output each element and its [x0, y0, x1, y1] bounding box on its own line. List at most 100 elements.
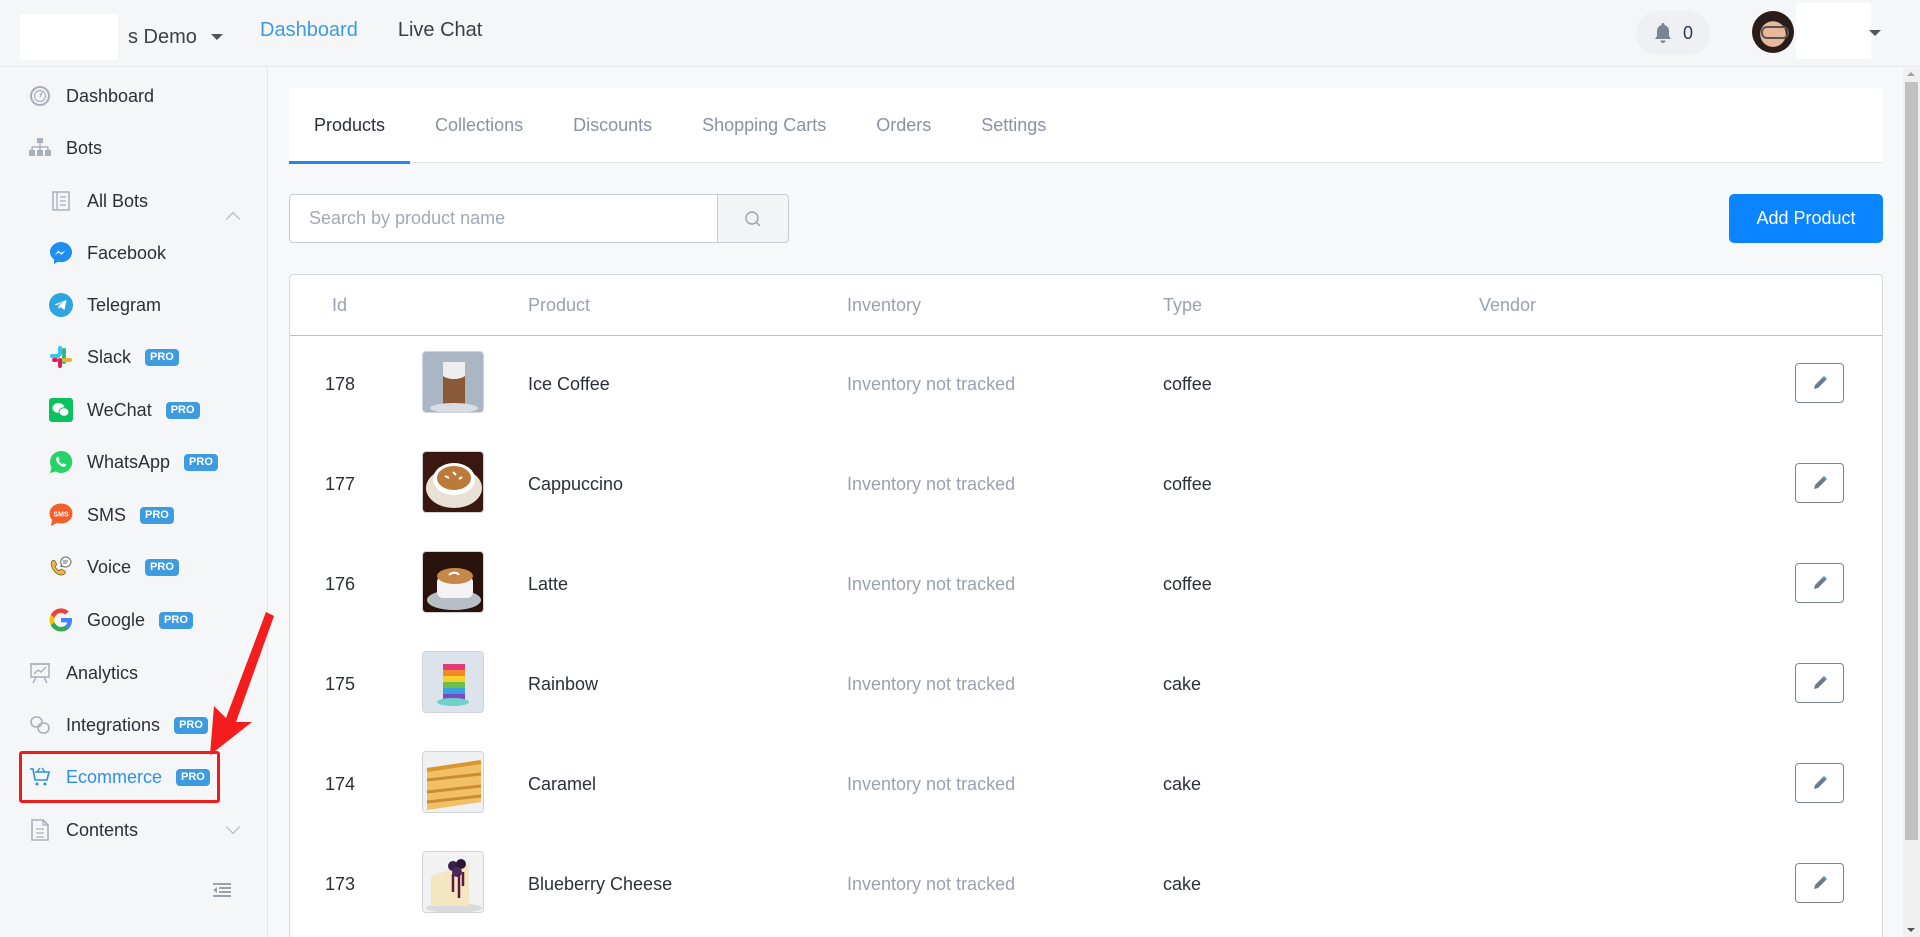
tab-shopping-carts[interactable]: Shopping Carts	[677, 88, 851, 163]
sidebar-item-contents[interactable]: Contents	[28, 810, 138, 850]
collapse-sidebar-icon[interactable]	[212, 882, 232, 898]
cell-id: 177	[325, 474, 356, 494]
cell-product: Blueberry Cheese	[528, 874, 673, 894]
edit-product-button[interactable]	[1795, 763, 1844, 803]
column-header-id[interactable]: Id	[332, 295, 347, 316]
sidebar-item-google[interactable]: Google PRO	[49, 600, 193, 640]
edit-product-button[interactable]	[1795, 563, 1844, 603]
chevron-up-icon[interactable]	[225, 211, 241, 227]
cell-inventory: Inventory not tracked	[847, 674, 1016, 694]
edit-product-button[interactable]	[1795, 463, 1844, 503]
product-thumbnail	[422, 751, 484, 813]
user-avatar[interactable]	[1752, 11, 1794, 53]
workspace-switcher[interactable]: s Demo	[20, 14, 223, 60]
column-header-type[interactable]: Type	[1163, 295, 1202, 316]
pro-badge: PRO	[165, 401, 200, 419]
sidebar-item-bots[interactable]: Bots	[28, 128, 102, 168]
sidebar-label: Google	[87, 609, 146, 630]
column-header-inventory[interactable]: Inventory	[847, 295, 921, 316]
sidebar-item-integrations[interactable]: Integrations PRO	[28, 705, 208, 745]
cell-type: coffee	[1163, 574, 1212, 594]
edit-product-button[interactable]	[1795, 863, 1844, 903]
table-row: 174 Caramel Inventory not tracked cake	[290, 736, 1882, 836]
sidebar-label: Slack	[87, 346, 132, 367]
pro-badge: PRO	[184, 453, 218, 471]
column-header-vendor[interactable]: Vendor	[1479, 295, 1536, 316]
sidebar-item-wechat[interactable]: WeChat PRO	[49, 390, 200, 430]
chevron-down-icon[interactable]	[225, 819, 241, 835]
add-product-button[interactable]: Add Product	[1729, 194, 1883, 243]
caret-down-icon	[210, 34, 223, 40]
search-icon	[745, 210, 761, 226]
user-menu-caret-icon[interactable]	[1869, 30, 1881, 36]
sidebar-label: WhatsApp	[87, 451, 171, 472]
table-row: 178 Ice Coffee Inventory not tracked coffee	[290, 336, 1882, 436]
sidebar-label: Voice	[87, 556, 132, 577]
scroll-up-arrow-icon[interactable]	[1907, 72, 1915, 76]
table-row: 175 Rainbow Inventory not tracked cake	[290, 636, 1882, 736]
cell-product: Latte	[528, 574, 569, 594]
sidebar-item-analytics[interactable]: Analytics	[28, 653, 138, 693]
sidebar-item-slack[interactable]: Slack PRO	[49, 337, 179, 377]
user-name-redacted	[1796, 3, 1871, 59]
scroll-down-arrow-icon[interactable]	[1907, 928, 1915, 932]
sidebar-label: SMS	[87, 504, 127, 525]
table-body: 178 Ice Coffee Inventory not tracked coffee…	[290, 336, 1882, 936]
sidebar: Dashboard Bots All Bots Facebook Telegra…	[0, 68, 268, 937]
pencil-icon	[1813, 476, 1827, 489]
cell-type: coffee	[1163, 374, 1212, 394]
notifications-button[interactable]: 0	[1636, 11, 1710, 55]
pencil-icon	[1813, 676, 1827, 689]
table-row: 176 Latte Inventory not tracked coffee	[290, 536, 1882, 636]
sidebar-item-voice[interactable]: Voice PRO	[49, 547, 179, 587]
product-thumbnail	[422, 551, 484, 613]
cell-id: 175	[325, 674, 356, 694]
cell-type: cake	[1163, 874, 1202, 894]
cell-product: Cappuccino	[528, 474, 624, 494]
sidebar-label: All Bots	[87, 190, 149, 211]
nav-live-chat[interactable]: Live Chat	[398, 19, 483, 42]
google-icon	[49, 608, 73, 632]
sidebar-item-facebook[interactable]: Facebook	[49, 233, 166, 273]
edit-product-button[interactable]	[1795, 663, 1844, 703]
product-search-input[interactable]	[289, 194, 718, 243]
cell-inventory: Inventory not tracked	[847, 474, 1016, 494]
pencil-icon	[1813, 376, 1827, 389]
table-row: 177 Cappuccino Inventory not tracked coffee	[290, 436, 1882, 536]
page-scrollbar[interactable]	[1903, 68, 1920, 937]
cell-product: Rainbow	[528, 674, 599, 694]
sidebar-item-dashboard[interactable]: Dashboard	[28, 76, 154, 116]
sidebar-label: Analytics	[66, 662, 139, 683]
tab-discounts[interactable]: Discounts	[548, 88, 677, 163]
list-icon	[49, 189, 73, 213]
tab-settings[interactable]: Settings	[956, 88, 1071, 163]
sidebar-label: WeChat	[87, 399, 152, 420]
sidebar-item-whatsapp[interactable]: WhatsApp PRO	[49, 442, 218, 482]
tab-collections[interactable]: Collections	[410, 88, 548, 163]
sidebar-item-telegram[interactable]: Telegram	[49, 285, 161, 325]
tab-products[interactable]: Products	[289, 88, 411, 164]
annotation-highlight-box	[19, 751, 220, 803]
pro-badge: PRO	[145, 348, 179, 366]
brand-logo-redacted	[20, 14, 118, 60]
pencil-icon	[1813, 776, 1827, 789]
tab-orders[interactable]: Orders	[851, 88, 956, 163]
pencil-icon	[1813, 876, 1827, 889]
cell-product: Ice Coffee	[528, 374, 610, 394]
edit-product-button[interactable]	[1795, 363, 1844, 403]
nav-dashboard[interactable]: Dashboard	[260, 19, 358, 42]
cell-type: cake	[1163, 674, 1202, 694]
top-nav: Dashboard Live Chat	[260, 19, 482, 42]
column-header-product[interactable]: Product	[528, 295, 590, 316]
product-thumbnail	[422, 851, 484, 913]
sidebar-item-all-bots[interactable]: All Bots	[49, 181, 148, 221]
search-button[interactable]	[717, 194, 789, 243]
sidebar-item-sms[interactable]: SMS SMS PRO	[49, 495, 174, 535]
annotation-arrow-icon	[210, 612, 274, 755]
scrollbar-thumb[interactable]	[1905, 82, 1918, 840]
integrations-icon	[28, 713, 52, 737]
cell-inventory: Inventory not tracked	[847, 774, 1016, 794]
whatsapp-icon	[49, 450, 73, 474]
messenger-icon	[49, 241, 73, 265]
cell-inventory: Inventory not tracked	[847, 574, 1016, 594]
